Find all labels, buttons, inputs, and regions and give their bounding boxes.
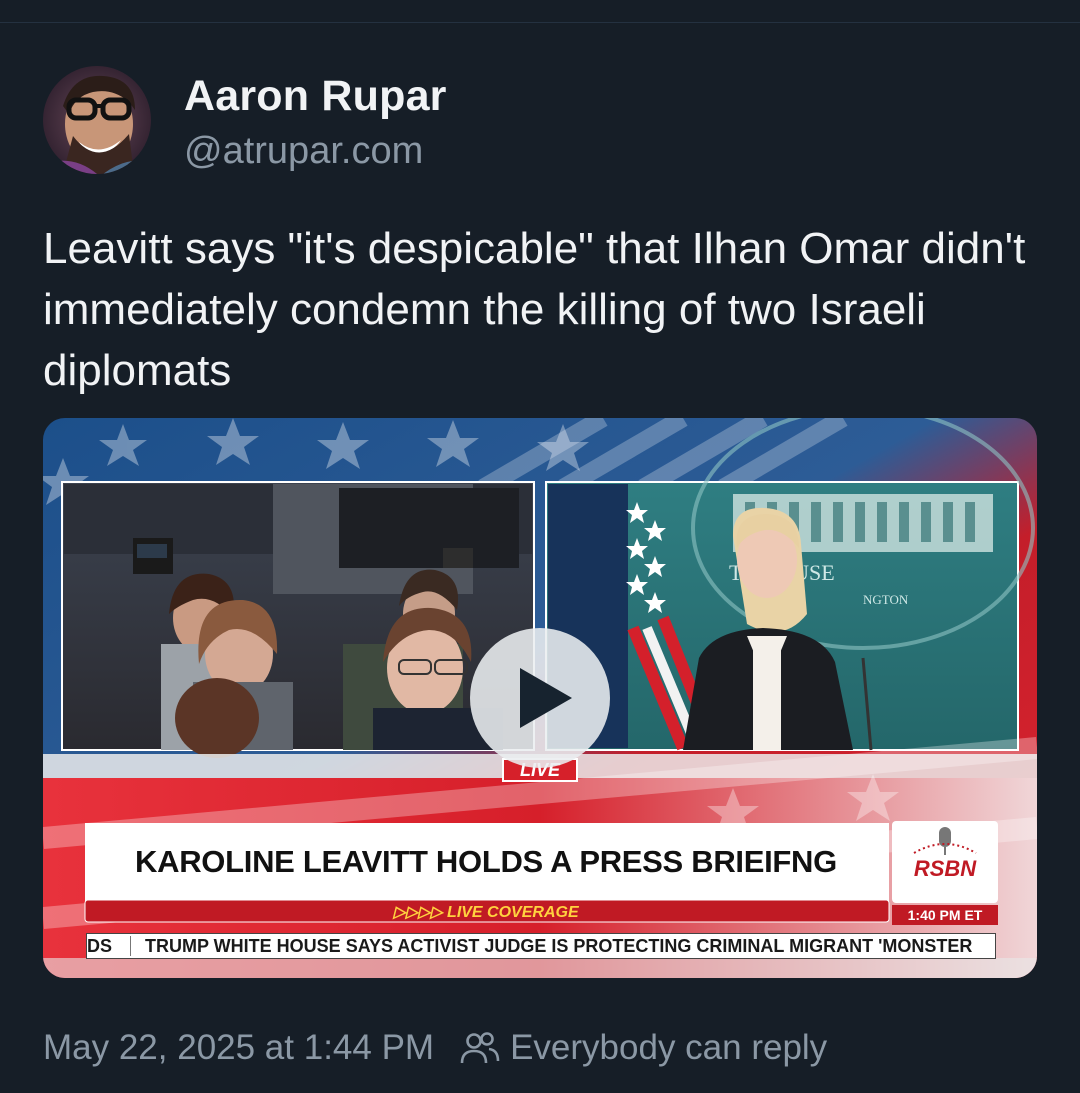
ticker-prefix: DS (87, 935, 113, 956)
top-divider (0, 22, 1080, 23)
author-name[interactable]: Aaron Rupar (184, 72, 447, 121)
backdrop-text-2: NGTON (863, 592, 909, 607)
ticker-text: TRUMP WHITE HOUSE SAYS ACTIVIST JUDGE IS… (145, 935, 973, 956)
video-headline: KAROLINE LEAVITT HOLDS A PRESS BRIEIFNG (135, 844, 837, 879)
news-ticker: DS TRUMP WHITE HOUSE SAYS ACTIVIST JUDGE… (86, 933, 996, 959)
post-timestamp[interactable]: May 22, 2025 at 1:44 PM (43, 1028, 434, 1068)
play-button[interactable] (470, 628, 610, 768)
play-icon (520, 668, 572, 728)
reply-setting[interactable]: Everybody can reply (510, 1028, 827, 1068)
network-logo: RSBN (913, 856, 977, 881)
avatar[interactable] (43, 66, 151, 174)
post-text: Leavitt says "it's despicable" that Ilha… (43, 224, 1026, 395)
broadcast-time: 1:40 PM ET (892, 905, 998, 925)
ticker-separator (130, 936, 132, 956)
post-meta: May 22, 2025 at 1:44 PM Everybody can re… (43, 1026, 827, 1070)
microphone-icon (913, 827, 977, 855)
live-coverage-label: ▷▷▷▷ LIVE COVERAGE (393, 904, 579, 921)
author-handle[interactable]: @atrupar.com (184, 130, 423, 173)
people-icon (460, 1032, 500, 1064)
